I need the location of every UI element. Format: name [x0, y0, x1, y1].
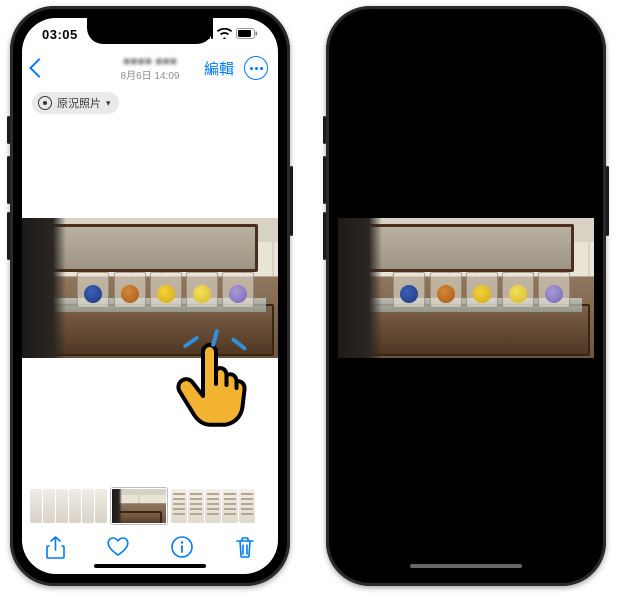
photo-fullscreen[interactable]: [338, 218, 594, 358]
info-icon: [171, 536, 193, 558]
thumb[interactable]: [205, 489, 221, 523]
tap-gesture-hint: [172, 334, 262, 444]
iphone-device-left: 03:05 ■■■■ ■■■ 8月6日 14:09: [10, 6, 290, 586]
notch: [87, 18, 213, 44]
thumb[interactable]: [82, 489, 94, 523]
thumb[interactable]: [95, 489, 107, 523]
wifi-icon: [217, 27, 232, 42]
more-button[interactable]: [244, 56, 268, 80]
thumb[interactable]: [30, 489, 42, 523]
thumbnail-scrubber[interactable]: [30, 486, 270, 526]
delete-button[interactable]: [232, 534, 258, 560]
battery-icon: [236, 27, 258, 42]
favorite-button[interactable]: [105, 534, 131, 560]
status-time: 03:05: [42, 27, 78, 42]
heart-icon: [107, 537, 129, 557]
info-button[interactable]: [169, 534, 195, 560]
nav-bar: ■■■■ ■■■ 8月6日 14:09 編輯: [22, 48, 278, 88]
thumb[interactable]: [188, 489, 204, 523]
iphone-device-right: [326, 6, 606, 586]
share-icon: [46, 536, 65, 559]
chevron-left-icon: [29, 58, 49, 78]
thumb[interactable]: [171, 489, 187, 523]
bottom-toolbar: [22, 530, 278, 564]
thumb-selected[interactable]: [111, 488, 167, 524]
thumb[interactable]: [239, 489, 255, 523]
live-photo-label: 原況照片: [57, 95, 101, 111]
screen: 03:05 ■■■■ ■■■ 8月6日 14:09: [22, 18, 278, 574]
thumb[interactable]: [56, 489, 68, 523]
back-button[interactable]: [32, 61, 46, 75]
home-indicator[interactable]: [94, 564, 206, 568]
live-photo-badge[interactable]: 原況照片 ▾: [32, 92, 119, 114]
thumb[interactable]: [222, 489, 238, 523]
home-indicator[interactable]: [410, 564, 522, 568]
thumb[interactable]: [69, 489, 81, 523]
livephoto-icon: [38, 96, 52, 110]
notch: [403, 18, 529, 44]
share-button[interactable]: [42, 534, 68, 560]
chevron-down-icon: ▾: [106, 98, 111, 109]
edit-button[interactable]: 編輯: [204, 58, 234, 79]
trash-icon: [235, 536, 255, 558]
thumb[interactable]: [43, 489, 55, 523]
screen-fullscreen[interactable]: [338, 18, 594, 574]
